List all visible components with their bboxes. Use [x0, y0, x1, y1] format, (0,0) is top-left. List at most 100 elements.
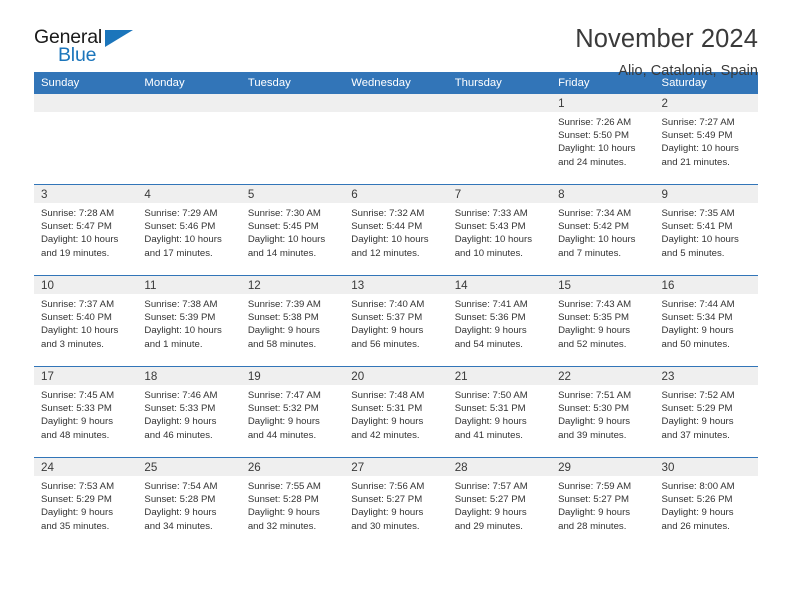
sunset-text: Sunset: 5:30 PM [558, 403, 630, 415]
day-number: 10 [34, 276, 138, 294]
calendar-day-cell[interactable]: 11 Sunrise: 7:38 AM Sunset: 5:39 PM Dayligh… [137, 275, 241, 367]
calendar-day-cell[interactable]: 2 Sunrise: 7:27 AM Sunset: 5:49 PM Daylight… [654, 94, 758, 185]
sunrise-text: Sunrise: 7:53 AM [41, 481, 115, 492]
sunrise-text: Sunrise: 7:26 AM [558, 117, 632, 128]
day-number: 9 [654, 185, 758, 203]
day-details: Sunrise: 7:34 AM Sunset: 5:42 PM Daylight:… [551, 203, 654, 260]
sunset-text: Sunset: 5:40 PM [41, 312, 112, 324]
day-details: Sunrise: 7:48 AM Sunset: 5:31 PM Daylight:… [344, 385, 447, 442]
calendar-day-cell[interactable]: 8 Sunrise: 7:34 AM Sunset: 5:42 PM Daylight… [551, 184, 655, 276]
weekday-header-monday: Monday [137, 72, 241, 94]
day-details: Sunrise: 7:54 AM Sunset: 5:28 PM Daylight:… [137, 476, 240, 533]
sunrise-text: Sunrise: 7:30 AM [247, 208, 321, 219]
sunrise-text: Sunrise: 7:46 AM [144, 390, 218, 401]
daylight-text: Daylight: 9 hours and 41 minutes. [454, 416, 527, 441]
day-number: 23 [654, 367, 758, 385]
calendar-day-cell[interactable]: 18 Sunrise: 7:46 AM Sunset: 5:33 PM Dayligh… [137, 366, 241, 458]
day-number: 26 [240, 458, 345, 476]
day-number: 7 [447, 185, 552, 203]
day-number [447, 94, 552, 112]
day-details: Sunrise: 7:44 AM Sunset: 5:34 PM Daylight:… [655, 294, 758, 351]
daylight-text: Daylight: 9 hours and 34 minutes. [144, 507, 217, 532]
calendar-day-cell[interactable]: 19 Sunrise: 7:47 AM Sunset: 5:32 PM Dayligh… [240, 366, 345, 458]
calendar-day-cell[interactable]: 27 Sunrise: 7:56 AM Sunset: 5:27 PM Dayligh… [344, 457, 448, 548]
calendar-day-cell[interactable]: 25 Sunrise: 7:54 AM Sunset: 5:28 PM Dayligh… [137, 457, 241, 548]
calendar-day-cell[interactable]: 13 Sunrise: 7:40 AM Sunset: 5:37 PM Dayligh… [344, 275, 448, 367]
sunset-text: Sunset: 5:29 PM [41, 494, 112, 506]
daylight-text: Daylight: 10 hours and 21 minutes. [661, 143, 739, 168]
sunrise-text: Sunrise: 7:41 AM [454, 299, 528, 310]
calendar-day-cell[interactable]: 28 Sunrise: 7:57 AM Sunset: 5:27 PM Dayligh… [447, 457, 552, 548]
day-details: Sunrise: 7:43 AM Sunset: 5:35 PM Daylight:… [551, 294, 654, 351]
calendar-week-row: 24 Sunrise: 7:53 AM Sunset: 5:29 PM Dayligh… [34, 457, 758, 548]
logo-text-blue: Blue [58, 44, 97, 66]
day-details: Sunrise: 7:45 AM Sunset: 5:33 PM Daylight:… [34, 385, 137, 442]
sunset-text: Sunset: 5:50 PM [558, 130, 630, 142]
sunset-text: Sunset: 5:34 PM [661, 312, 733, 324]
calendar-cell-empty [344, 94, 448, 185]
sunrise-text: Sunrise: 7:50 AM [454, 390, 528, 401]
sunset-text: Sunset: 5:47 PM [41, 221, 112, 233]
sunrise-text: Sunrise: 7:35 AM [661, 208, 735, 219]
calendar-day-cell[interactable]: 22 Sunrise: 7:51 AM Sunset: 5:30 PM Dayligh… [551, 366, 655, 458]
calendar-day-cell[interactable]: 14 Sunrise: 7:41 AM Sunset: 5:36 PM Dayligh… [447, 275, 552, 367]
daylight-text: Daylight: 9 hours and 52 minutes. [558, 325, 631, 350]
calendar-day-cell[interactable]: 16 Sunrise: 7:44 AM Sunset: 5:34 PM Dayligh… [654, 275, 758, 367]
day-number: 4 [137, 185, 241, 203]
day-number: 17 [34, 367, 138, 385]
day-details: Sunrise: 7:46 AM Sunset: 5:33 PM Daylight:… [137, 385, 240, 442]
sunset-text: Sunset: 5:42 PM [558, 221, 630, 233]
calendar-cell-empty [137, 94, 241, 185]
calendar-day-cell[interactable]: 15 Sunrise: 7:43 AM Sunset: 5:35 PM Dayligh… [551, 275, 655, 367]
day-number: 6 [344, 185, 448, 203]
day-details: Sunrise: 7:59 AM Sunset: 5:27 PM Daylight:… [551, 476, 654, 533]
calendar-day-cell[interactable]: 4 Sunrise: 7:29 AM Sunset: 5:46 PM Daylight… [137, 184, 241, 276]
daylight-text: Daylight: 9 hours and 30 minutes. [351, 507, 424, 532]
general-blue-logo[interactable]: General Blue [34, 26, 146, 70]
day-details: Sunrise: 7:32 AM Sunset: 5:44 PM Daylight:… [344, 203, 447, 260]
day-number: 3 [34, 185, 138, 203]
day-number [137, 94, 241, 112]
calendar-day-cell[interactable]: 9 Sunrise: 7:35 AM Sunset: 5:41 PM Daylight… [654, 184, 758, 276]
triangle-icon [105, 30, 133, 47]
day-number: 30 [654, 458, 758, 476]
calendar-day-cell[interactable]: 6 Sunrise: 7:32 AM Sunset: 5:44 PM Daylight… [344, 184, 448, 276]
calendar-day-cell[interactable]: 12 Sunrise: 7:39 AM Sunset: 5:38 PM Dayligh… [240, 275, 345, 367]
calendar-week-row: 17 Sunrise: 7:45 AM Sunset: 5:33 PM Dayligh… [34, 366, 758, 458]
calendar-day-cell[interactable]: 30 Sunrise: 8:00 AM Sunset: 5:26 PM Dayligh… [654, 457, 758, 548]
daylight-text: Daylight: 9 hours and 28 minutes. [558, 507, 631, 532]
weekday-header-tuesday: Tuesday [240, 72, 345, 94]
calendar-day-cell[interactable]: 20 Sunrise: 7:48 AM Sunset: 5:31 PM Dayligh… [344, 366, 448, 458]
calendar-day-cell[interactable]: 10 Sunrise: 7:37 AM Sunset: 5:40 PM Dayligh… [34, 275, 138, 367]
calendar-day-cell[interactable]: 23 Sunrise: 7:52 AM Sunset: 5:29 PM Dayligh… [654, 366, 758, 458]
sunset-text: Sunset: 5:33 PM [41, 403, 112, 415]
calendar-day-cell[interactable]: 7 Sunrise: 7:33 AM Sunset: 5:43 PM Daylight… [447, 184, 552, 276]
sunset-text: Sunset: 5:39 PM [144, 312, 216, 324]
day-details: Sunrise: 7:38 AM Sunset: 5:39 PM Daylight:… [137, 294, 240, 351]
calendar-day-cell[interactable]: 3 Sunrise: 7:28 AM Sunset: 5:47 PM Daylight… [34, 184, 138, 276]
calendar-day-cell[interactable]: 17 Sunrise: 7:45 AM Sunset: 5:33 PM Dayligh… [34, 366, 138, 458]
sunset-text: Sunset: 5:31 PM [454, 403, 526, 415]
day-details: Sunrise: 7:51 AM Sunset: 5:30 PM Daylight:… [551, 385, 654, 442]
sunrise-text: Sunrise: 7:54 AM [144, 481, 218, 492]
daylight-text: Daylight: 10 hours and 14 minutes. [247, 234, 326, 259]
sunrise-text: Sunrise: 7:34 AM [558, 208, 632, 219]
day-details: Sunrise: 7:53 AM Sunset: 5:29 PM Daylight:… [34, 476, 137, 533]
daylight-text: Daylight: 10 hours and 3 minutes. [41, 325, 119, 350]
calendar-day-cell[interactable]: 24 Sunrise: 7:53 AM Sunset: 5:29 PM Dayligh… [34, 457, 138, 548]
day-number: 15 [551, 276, 655, 294]
day-details: Sunrise: 7:55 AM Sunset: 5:28 PM Daylight:… [241, 476, 344, 533]
weekday-header-sunday: Sunday [34, 72, 138, 94]
calendar-day-cell[interactable]: 21 Sunrise: 7:50 AM Sunset: 5:31 PM Dayligh… [447, 366, 552, 458]
daylight-text: Daylight: 9 hours and 32 minutes. [247, 507, 320, 532]
calendar-day-cell[interactable]: 26 Sunrise: 7:55 AM Sunset: 5:28 PM Dayligh… [240, 457, 345, 548]
day-number: 8 [551, 185, 655, 203]
day-number: 16 [654, 276, 758, 294]
sunset-text: Sunset: 5:27 PM [558, 494, 630, 506]
sunset-text: Sunset: 5:41 PM [661, 221, 733, 233]
day-number: 20 [344, 367, 448, 385]
calendar-day-cell[interactable]: 5 Sunrise: 7:30 AM Sunset: 5:45 PM Daylight… [240, 184, 345, 276]
calendar-day-cell[interactable]: 1 Sunrise: 7:26 AM Sunset: 5:50 PM Daylight… [551, 94, 655, 185]
sunset-text: Sunset: 5:44 PM [351, 221, 423, 233]
calendar-day-cell[interactable]: 29 Sunrise: 7:59 AM Sunset: 5:27 PM Dayligh… [551, 457, 655, 548]
